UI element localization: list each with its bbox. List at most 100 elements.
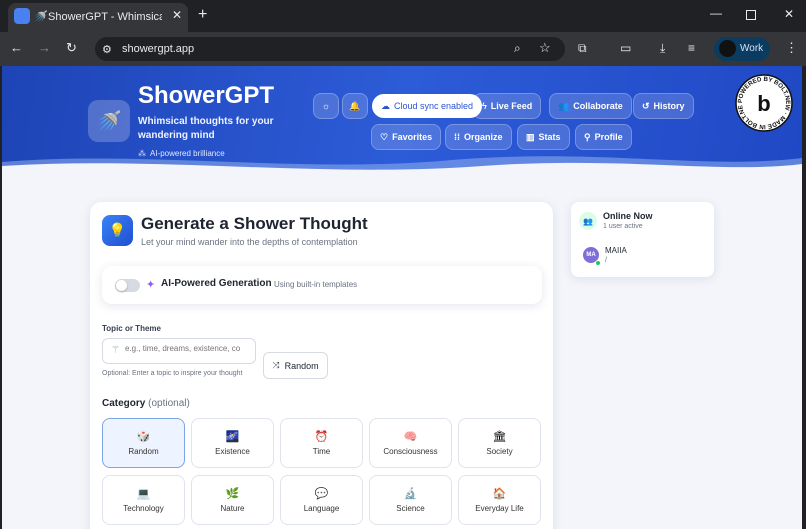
- category-society-button[interactable]: 🏛 Society: [458, 418, 541, 468]
- topic-input[interactable]: ⚚: [102, 338, 256, 364]
- back-icon[interactable]: ←: [10, 40, 23, 55]
- topic-hint: Optional: Enter a topic to inspire your …: [102, 370, 243, 377]
- history-button[interactable]: ↺ History: [633, 93, 694, 119]
- bolt-b-logo-icon: b: [757, 91, 770, 116]
- history-label: History: [653, 101, 685, 111]
- forward-icon[interactable]: →: [38, 40, 51, 55]
- shuffle-icon: ⤨: [272, 360, 280, 370]
- new-tab-icon[interactable]: +: [198, 6, 207, 24]
- stats-label: Stats: [538, 132, 561, 142]
- category-grid: 🎲 Random 🌌 Existence ⏰ Time 🧠 Consciousness 🏛 Soc…: [102, 418, 542, 528]
- category-icon: 💻: [136, 488, 151, 500]
- ai-toggle-switch[interactable]: [115, 279, 140, 292]
- category-label: Society: [486, 447, 513, 456]
- sun-icon: ☼: [321, 101, 331, 111]
- tab-title: ShowerGPT - Whimsical Sh: [48, 11, 162, 23]
- cloud-sync-status[interactable]: ☁ Cloud sync enabled: [372, 94, 483, 118]
- category-random-button[interactable]: 🎲 Random: [102, 418, 185, 468]
- menu-kebab-icon[interactable]: ⋮: [785, 40, 798, 56]
- live-feed-label: Live Feed: [490, 101, 533, 111]
- profile-button[interactable]: ⚲ Profile: [575, 124, 632, 150]
- organize-button[interactable]: ⁞⁞ Organize: [445, 124, 512, 150]
- favorites-button[interactable]: ♡ Favorites: [371, 124, 442, 150]
- random-topic-label: Random: [284, 360, 319, 371]
- app-title: ShowerGPT: [138, 82, 275, 109]
- header-wave-decoration: [2, 156, 802, 178]
- category-label: Existence: [215, 447, 250, 456]
- category-icon: 🏛: [492, 431, 507, 443]
- category-language-button[interactable]: 💬 Language: [280, 475, 363, 525]
- maximize-icon[interactable]: [746, 10, 756, 20]
- bar-chart-icon: ▥: [526, 131, 535, 142]
- user-icon: ⚲: [584, 131, 591, 142]
- site-info-icon[interactable]: ⚙: [102, 43, 112, 56]
- ai-generation-note: Using built-in templates: [274, 280, 358, 289]
- reading-list-icon[interactable]: ≡: [688, 41, 695, 55]
- profile-label: Profile: [594, 132, 623, 142]
- bookmark-star-icon[interactable]: ☆: [539, 40, 551, 56]
- notifications-button[interactable]: 🔔: [342, 93, 368, 119]
- cast-icon[interactable]: ▭: [620, 41, 631, 55]
- live-feed-button[interactable]: ϟ Live Feed: [473, 93, 542, 119]
- category-nature-button[interactable]: 🌿 Nature: [191, 475, 274, 525]
- category-science-button[interactable]: 🔬 Science: [369, 475, 452, 525]
- download-icon[interactable]: ⤓: [660, 41, 665, 56]
- web-page: 🚿 ShowerGPT Whimsical thoughts for your …: [2, 66, 802, 529]
- online-user-sub: /: [605, 257, 607, 264]
- users-icon: 👥: [558, 100, 570, 111]
- collaborate-button[interactable]: 👥 Collaborate: [549, 93, 632, 119]
- category-icon: 🎲: [136, 431, 151, 443]
- category-label: Science: [396, 504, 425, 513]
- minimize-icon[interactable]: —: [710, 6, 722, 20]
- avatar: [719, 40, 736, 57]
- reload-icon[interactable]: ↻: [66, 40, 77, 56]
- category-icon: 💬: [314, 488, 329, 500]
- zoom-icon[interactable]: ⌕: [514, 41, 521, 56]
- category-consciousness-button[interactable]: 🧠 Consciousness: [369, 418, 452, 468]
- heart-icon: ♡: [380, 131, 389, 142]
- category-label: Random: [128, 447, 159, 456]
- lightbulb-icon: 💡: [102, 215, 133, 246]
- cloud-sync-label: Cloud sync enabled: [394, 101, 474, 111]
- online-user-name: MAIIA: [605, 246, 627, 255]
- category-icon: 🌿: [225, 488, 240, 500]
- favorites-label: Favorites: [392, 132, 433, 142]
- tab-group-icon[interactable]: [14, 8, 30, 24]
- bolt-badge[interactable]: POWERED BY BOLT.NEW · MADE IN BOLT.NEW ·…: [735, 74, 793, 132]
- app-header: 🚿 ShowerGPT Whimsical thoughts for your …: [2, 66, 802, 178]
- stats-button[interactable]: ▥ Stats: [517, 124, 570, 150]
- category-label: Time: [312, 447, 331, 456]
- theme-toggle-button[interactable]: ☼: [313, 93, 339, 119]
- generator-title: Generate a Shower Thought: [141, 214, 368, 233]
- extensions-icon[interactable]: ⧉: [578, 41, 587, 56]
- topic-input-field[interactable]: [125, 344, 253, 353]
- category-technology-button[interactable]: 💻 Technology: [102, 475, 185, 525]
- tagline-line1: Whimsical thoughts for your: [138, 116, 274, 127]
- collaborate-label: Collaborate: [573, 101, 623, 111]
- lightning-icon: ϟ: [482, 101, 487, 111]
- generator-subtitle: Let your mind wander into the depths of …: [141, 237, 358, 247]
- ai-generation-panel: ✦ AI-Powered Generation Using built-in t…: [102, 266, 542, 304]
- category-heading: Category (optional): [102, 398, 190, 409]
- category-existence-button[interactable]: 🌌 Existence: [191, 418, 274, 468]
- category-time-button[interactable]: ⏰ Time: [280, 418, 363, 468]
- category-label: Consciousness: [383, 447, 438, 456]
- close-tab-icon[interactable]: ✕: [172, 8, 182, 22]
- topic-label: Topic or Theme: [102, 324, 161, 333]
- category-label: Category: [102, 398, 146, 409]
- sparkles-icon: ✦: [146, 279, 156, 291]
- tagline-line2: wandering mind: [138, 130, 215, 141]
- url-text: showergpt.app: [122, 43, 195, 55]
- category-everyday-life-button[interactable]: 🏠 Everyday Life: [458, 475, 541, 525]
- category-label: Nature: [220, 504, 245, 513]
- profile-label: Work: [740, 43, 764, 54]
- ai-toggle-knob: [116, 280, 127, 291]
- bell-icon: 🔔: [349, 100, 361, 111]
- random-topic-button[interactable]: ⤨ Random: [263, 352, 328, 379]
- close-window-icon[interactable]: ✕: [784, 7, 794, 21]
- category-label: Technology: [123, 504, 164, 513]
- cloud-icon: ☁: [381, 100, 390, 111]
- shower-logo-icon: 🚿: [88, 100, 130, 142]
- category-icon: ⏰: [314, 431, 329, 443]
- category-label: Language: [303, 504, 340, 513]
